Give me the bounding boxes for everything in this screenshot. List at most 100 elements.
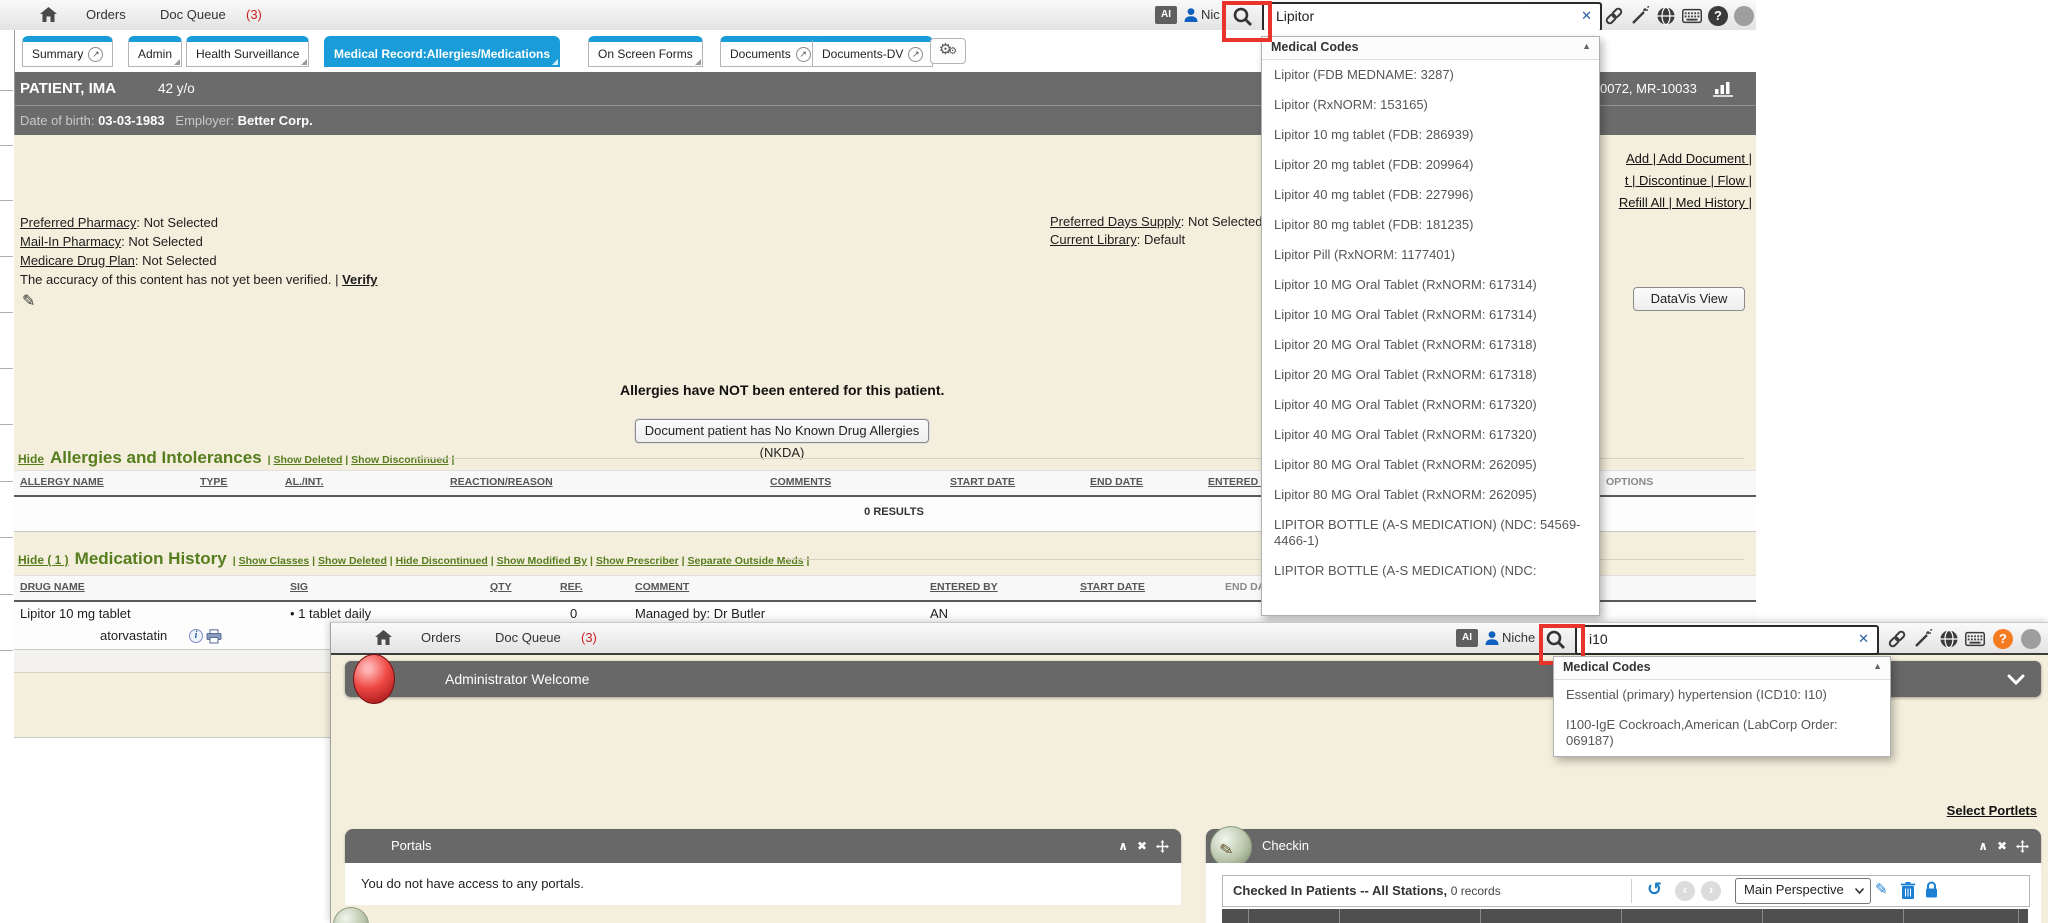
allergies-column-header[interactable]: OPTIONS	[1606, 476, 1653, 488]
dropdown-item[interactable]: Lipitor 80 mg tablet (FDB: 181235)	[1262, 210, 1599, 240]
dropdown-item[interactable]: Lipitor 40 MG Oral Tablet (RxNORM: 61732…	[1262, 420, 1599, 450]
print-icon[interactable]	[206, 629, 222, 644]
nav-orders[interactable]: Orders	[421, 630, 461, 645]
scroll-up-icon[interactable]: ▲	[1873, 661, 1882, 671]
search-input[interactable]: i10 ✕	[1575, 625, 1879, 655]
action-link-line[interactable]: t | Discontinue | Flow |	[1619, 170, 1752, 192]
dropdown-item[interactable]: Lipitor 10 MG Oral Tablet (RxNORM: 61731…	[1262, 300, 1599, 330]
tab-settings-button[interactable]: ⚙⚙	[930, 38, 966, 64]
tab-admin[interactable]: Admin	[128, 36, 182, 67]
dropdown-item[interactable]: Lipitor 80 MG Oral Tablet (RxNORM: 26209…	[1262, 480, 1599, 510]
dropdown-item[interactable]: Lipitor (RxNORM: 153165)	[1262, 90, 1599, 120]
lock-icon[interactable]	[1925, 881, 1938, 898]
pharmacy-label[interactable]: Medicare Drug Plan	[20, 253, 135, 268]
collapse-icon[interactable]: ∧	[1118, 840, 1128, 852]
medications-column-header[interactable]: START DATE	[1080, 581, 1145, 593]
tab-summary[interactable]: Summary↗	[22, 36, 113, 67]
hide-allergies-link[interactable]: Hide	[18, 452, 44, 466]
home-icon[interactable]	[40, 7, 57, 23]
help-icon[interactable]: ?	[1708, 6, 1728, 26]
dropdown-item[interactable]: LIPITOR BOTTLE (A-S MEDICATION) (NDC:	[1262, 556, 1599, 586]
medications-filter-link[interactable]: Hide Discontinued	[396, 555, 497, 567]
medications-filter-link[interactable]: Show Modified By	[497, 555, 596, 567]
nav-doc-queue[interactable]: Doc Queue	[160, 7, 226, 22]
trash-icon[interactable]	[1901, 882, 1915, 899]
dropdown-item[interactable]: Lipitor 20 mg tablet (FDB: 209964)	[1262, 150, 1599, 180]
link-icon[interactable]	[1887, 629, 1907, 649]
popup-icon[interactable]: ↗	[796, 47, 811, 62]
prev-page-icon[interactable]: ‹	[1675, 881, 1695, 901]
dropdown-item[interactable]: Lipitor 10 mg tablet (FDB: 286939)	[1262, 120, 1599, 150]
hide-medications-link[interactable]: Hide ( 1 )	[18, 553, 69, 567]
allergies-filter-link[interactable]: Show Deleted	[274, 454, 352, 466]
tab-documents-dv[interactable]: Documents-DV↗	[812, 36, 933, 67]
info-icon[interactable]: i	[189, 629, 203, 643]
chevron-down-icon[interactable]	[2007, 674, 2025, 685]
tab-on-screen-forms[interactable]: On Screen Forms	[588, 36, 703, 67]
dropdown-item[interactable]: Lipitor 40 MG Oral Tablet (RxNORM: 61732…	[1262, 390, 1599, 420]
dropdown-item[interactable]: Essential (primary) hypertension (ICD10:…	[1554, 680, 1890, 710]
dropdown-item[interactable]: Lipitor 80 MG Oral Tablet (RxNORM: 26209…	[1262, 450, 1599, 480]
tab-health-surveillance[interactable]: Health Surveillance	[186, 36, 309, 67]
home-icon[interactable]	[375, 630, 392, 646]
supply-label[interactable]: Preferred Days Supply	[1050, 214, 1181, 229]
wand-icon[interactable]	[1913, 629, 1933, 649]
globe-icon[interactable]	[1939, 629, 1959, 649]
refresh-icon[interactable]: ↺	[1647, 879, 1662, 900]
dropdown-item[interactable]: Lipitor 20 MG Oral Tablet (RxNORM: 61731…	[1262, 360, 1599, 390]
allergies-column-header[interactable]: ALLERGY NAME	[20, 476, 104, 488]
ai-badge[interactable]: AI	[1155, 6, 1177, 24]
keyboard-icon[interactable]	[1682, 6, 1702, 26]
close-icon[interactable]: ✖	[1137, 840, 1147, 852]
dropdown-item[interactable]: Lipitor 20 MG Oral Tablet (RxNORM: 61731…	[1262, 330, 1599, 360]
collapse-icon[interactable]: ∧	[1978, 840, 1988, 852]
pharmacy-label[interactable]: Mail-In Pharmacy	[20, 234, 121, 249]
wand-icon[interactable]	[1630, 6, 1650, 26]
keyboard-icon[interactable]	[1965, 629, 1985, 649]
next-page-icon[interactable]: ›	[1701, 881, 1721, 901]
medications-column-header[interactable]: DRUG NAME	[20, 581, 85, 593]
medications-filter-link[interactable]: Show Deleted	[318, 555, 396, 567]
allergies-filter-link[interactable]: Show Discontinued	[351, 454, 457, 466]
medications-filter-link[interactable]: Show Classes	[239, 555, 318, 567]
medications-filter-link[interactable]: Separate Outside Meds	[688, 555, 813, 567]
bar-chart-icon[interactable]	[1712, 80, 1734, 97]
allergies-column-header[interactable]: REACTION/REASON	[450, 476, 553, 488]
nkda-button[interactable]: Document patient has No Known Drug Aller…	[635, 419, 929, 443]
verify-link[interactable]: Verify	[342, 272, 377, 287]
dropdown-item[interactable]: Lipitor (FDB MEDNAME: 3287)	[1262, 60, 1599, 90]
clear-search-icon[interactable]: ✕	[1858, 631, 1869, 647]
select-portlets-link[interactable]: Select Portlets	[1947, 803, 2037, 818]
tab-medical-record-allergies-medications[interactable]: Medical Record:Allergies/Medications	[324, 36, 560, 67]
action-link-line[interactable]: Refill All | Med History |	[1619, 192, 1752, 214]
medications-column-header[interactable]: SIG	[290, 581, 308, 593]
supply-label[interactable]: Current Library	[1050, 232, 1137, 247]
medications-column-header[interactable]: COMMENT	[635, 581, 689, 593]
dropdown-item[interactable]: Lipitor 40 mg tablet (FDB: 227996)	[1262, 180, 1599, 210]
allergies-column-header[interactable]: COMMENTS	[770, 476, 831, 488]
dropdown-item[interactable]: Lipitor Pill (RxNORM: 1177401)	[1262, 240, 1599, 270]
help-icon[interactable]: ?	[1993, 629, 2013, 649]
search-input[interactable]: Lipitor ✕	[1262, 2, 1602, 32]
nav-orders[interactable]: Orders	[86, 7, 126, 22]
medications-filter-link[interactable]: Show Prescriber	[596, 555, 688, 567]
allergies-column-header[interactable]: START DATE	[950, 476, 1015, 488]
close-icon[interactable]: ✖	[1997, 840, 2007, 852]
clear-search-icon[interactable]: ✕	[1581, 8, 1592, 24]
dropdown-item[interactable]: LIPITOR BOTTLE (A-S MEDICATION) (NDC: 54…	[1262, 510, 1599, 556]
medications-column-header[interactable]: REF.	[560, 581, 583, 593]
edit-pencil-icon[interactable]: ✎	[1875, 880, 1888, 898]
edit-pencil-icon[interactable]: ✎	[22, 291, 35, 311]
popup-icon[interactable]: ↗	[88, 47, 103, 62]
ai-badge[interactable]: AI	[1456, 629, 1478, 647]
scroll-up-icon[interactable]: ▲	[1582, 41, 1591, 51]
nav-doc-queue[interactable]: Doc Queue	[495, 630, 561, 645]
medications-column-header[interactable]: QTY	[490, 581, 512, 593]
tab-documents[interactable]: Documents↗	[720, 36, 821, 67]
dropdown-item[interactable]: I100-IgE Cockroach,American (LabCorp Ord…	[1554, 710, 1890, 756]
move-icon[interactable]	[1156, 840, 1169, 853]
action-link-line[interactable]: Add | Add Document |	[1619, 148, 1752, 170]
datavis-view-button[interactable]: DataVis View	[1633, 287, 1745, 311]
globe-icon[interactable]	[1656, 6, 1676, 26]
pharmacy-label[interactable]: Preferred Pharmacy	[20, 215, 136, 230]
